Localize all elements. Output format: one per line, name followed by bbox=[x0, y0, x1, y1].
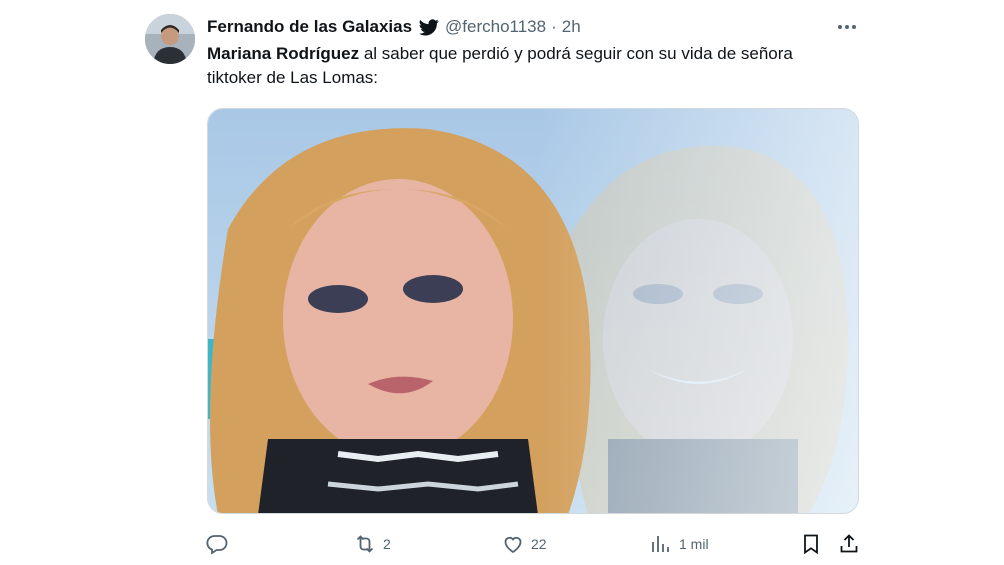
reply-icon bbox=[206, 535, 228, 555]
heart-icon bbox=[504, 536, 522, 554]
mentioned-name: Mariana Rodríguez bbox=[207, 44, 360, 63]
like-count: 22 bbox=[531, 536, 547, 552]
share-button[interactable] bbox=[837, 530, 861, 558]
share-icon bbox=[840, 534, 858, 553]
display-name[interactable]: Fernando de las Galaxias bbox=[207, 17, 412, 37]
reply-button[interactable] bbox=[205, 530, 235, 558]
timestamp[interactable]: 2h bbox=[562, 17, 581, 37]
meme-photo bbox=[208, 109, 858, 513]
retweet-icon bbox=[356, 535, 374, 553]
tweet-actions: 2 22 1 mil bbox=[205, 530, 865, 558]
tweet-image[interactable] bbox=[207, 108, 859, 514]
retweet-count: 2 bbox=[383, 536, 391, 552]
tweet-card[interactable]: Fernando de las Galaxias @fercho1138 · 2… bbox=[0, 0, 1004, 565]
bookmark-button[interactable] bbox=[799, 530, 823, 558]
views-button[interactable]: 1 mil bbox=[649, 530, 709, 558]
views-count: 1 mil bbox=[679, 536, 709, 552]
analytics-icon bbox=[652, 536, 669, 552]
avatar[interactable] bbox=[145, 14, 195, 64]
more-dots-icon[interactable] bbox=[834, 16, 860, 38]
like-button[interactable]: 22 bbox=[501, 530, 547, 558]
bookmark-icon bbox=[804, 534, 818, 555]
tweet-text: Mariana Rodríguez al saber que perdió y … bbox=[207, 42, 847, 90]
user-handle[interactable]: @fercho1138 bbox=[445, 17, 546, 37]
tweet-header: Fernando de las Galaxias @fercho1138 · 2… bbox=[207, 16, 581, 38]
twitter-bird-icon bbox=[419, 18, 439, 35]
separator-dot: · bbox=[551, 17, 557, 36]
retweet-button[interactable]: 2 bbox=[353, 530, 391, 558]
